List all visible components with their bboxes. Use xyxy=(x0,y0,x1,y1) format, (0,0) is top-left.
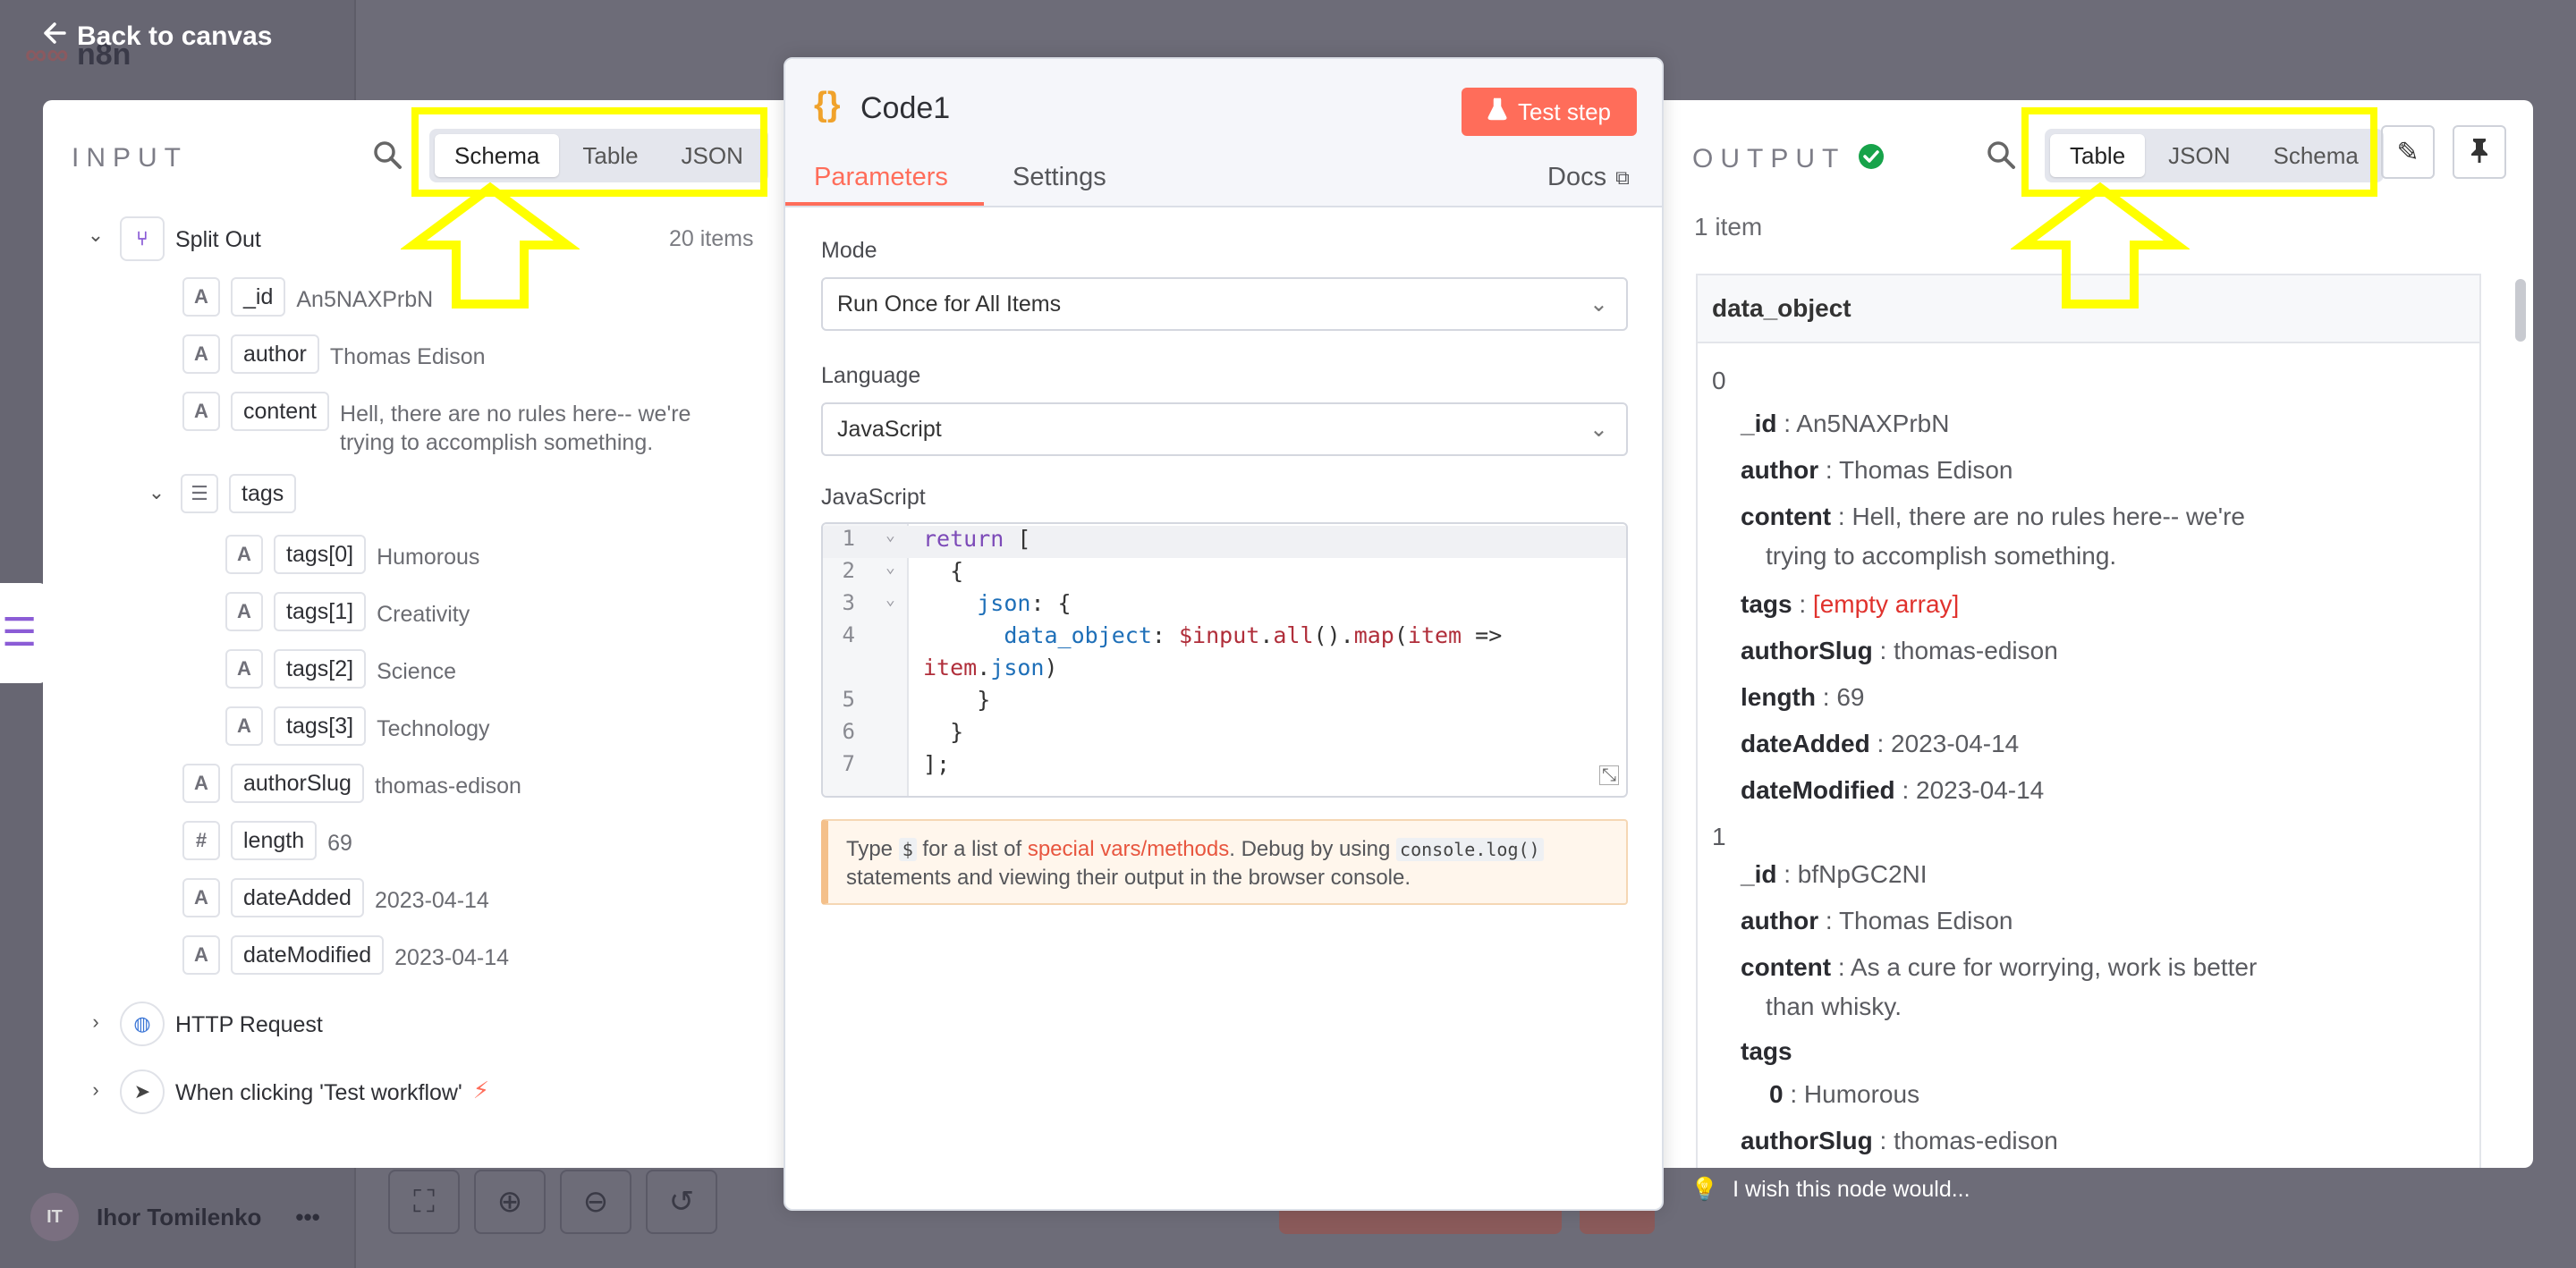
output-table: data_object 0 _id : An5NAXPrbN author : … xyxy=(1696,274,2481,1168)
user-name: Ihor Tomilenko xyxy=(97,1203,262,1230)
table-row: authorSlug : thomas-edison xyxy=(1741,1127,2058,1154)
schema-field[interactable]: A content Hell, there are no rules here-… xyxy=(182,392,691,457)
tab-settings[interactable]: Settings xyxy=(1013,163,1106,192)
globe-icon: ◍ xyxy=(120,1002,165,1046)
active-tab-indicator xyxy=(785,202,984,206)
code-braces-icon: {} xyxy=(814,86,841,123)
zoom-in-icon: ⊕ xyxy=(496,1185,523,1219)
undo-icon: ↺ xyxy=(668,1185,695,1219)
user-menu[interactable]: IT Ihor Tomilenko ••• xyxy=(30,1193,320,1241)
fit-icon: ⛶ xyxy=(413,1184,435,1219)
schema-field[interactable]: A tags[0] Humorous xyxy=(225,535,479,574)
pencil-icon: ✎ xyxy=(2396,137,2419,167)
table-row-index: 1 xyxy=(1712,823,1726,850)
external-link-icon: ⧉ xyxy=(1615,165,1630,189)
schema-field[interactable]: A dateModified 2023-04-14 xyxy=(182,935,509,975)
input-search-icon[interactable] xyxy=(372,139,402,174)
pin-icon xyxy=(2468,137,2491,168)
output-title: OUTPUT xyxy=(1692,143,1846,173)
mode-label: Mode xyxy=(821,238,877,263)
schema-field[interactable]: A dateAdded 2023-04-14 xyxy=(182,878,489,917)
table-row-index: 0 xyxy=(1712,367,1726,394)
chevron-down-icon: ⌄ xyxy=(1589,417,1608,442)
language-select[interactable]: JavaScript ⌄ xyxy=(821,402,1628,456)
output-search-icon[interactable] xyxy=(1986,139,2016,174)
chevron-down-icon: ⌄ xyxy=(1589,292,1608,317)
table-row: 0 : Humorous xyxy=(1769,1080,1920,1108)
chevron-down-icon[interactable]: ⌄ xyxy=(82,216,109,247)
input-title: INPUT xyxy=(72,143,188,173)
schema-field[interactable]: A author Thomas Edison xyxy=(182,334,486,374)
table-row-wrap: than whisky. xyxy=(1766,993,1902,1020)
schema-field-tags[interactable]: ⌄ ☰ tags xyxy=(143,474,297,513)
schema-field[interactable]: A tags[1] Creativity xyxy=(225,592,470,631)
table-row: content : Hell, there are no rules here-… xyxy=(1741,503,2245,530)
docs-link[interactable]: Docs ⧉ xyxy=(1547,163,1630,192)
arrow-up-icon xyxy=(2011,182,2190,309)
test-step-button[interactable]: Test step xyxy=(1462,88,1637,136)
list-icon: ☰ xyxy=(2,611,38,655)
reset-zoom-button[interactable]: ↺ xyxy=(646,1170,717,1234)
table-row: dateModified : 2023-04-14 xyxy=(1741,776,2045,804)
schema-field[interactable]: A tags[3] Technology xyxy=(225,706,490,746)
schema-field[interactable]: A tags[2] Science xyxy=(225,649,456,689)
schema-node-http-request[interactable]: › ◍ HTTP Request xyxy=(82,1002,323,1046)
output-title-group: OUTPUT xyxy=(1692,143,1885,174)
table-row: tags : [empty array] xyxy=(1741,590,1960,618)
code-editor[interactable]: 1 ⌄ return [ 2 ⌄ { 3 ⌄ json: { 4 data_object… xyxy=(821,522,1628,798)
output-item-count: 1 item xyxy=(1694,213,1763,241)
code-hint: Type $ for a list of special vars/method… xyxy=(821,819,1628,905)
table-row-wrap: trying to accomplish something. xyxy=(1766,542,2117,570)
arrow-left-icon xyxy=(43,21,66,52)
zoom-out-button[interactable]: ⊖ xyxy=(560,1170,631,1234)
table-row: authorSlug : thomas-edison xyxy=(1741,637,2058,664)
split-out-icon: ⑂ xyxy=(120,216,165,261)
table-row: length : 69 xyxy=(1741,683,1865,711)
code-label: JavaScript xyxy=(821,485,926,510)
pin-data-button[interactable] xyxy=(2453,125,2506,179)
language-label: Language xyxy=(821,363,921,388)
output-scrollbar[interactable] xyxy=(2515,279,2526,342)
expand-editor-icon[interactable]: ⤡ xyxy=(1599,765,1619,785)
chevron-down-icon[interactable]: ⌄ xyxy=(143,474,170,504)
node-header: {} Code1 Test step Parameters Settings D… xyxy=(785,59,1662,207)
list-type-icon: ☰ xyxy=(181,474,218,513)
table-row: author : Thomas Edison xyxy=(1741,456,2013,484)
more-icon[interactable]: ••• xyxy=(295,1204,319,1231)
schema-field[interactable]: # length 69 xyxy=(182,821,352,860)
tab-parameters[interactable]: Parameters xyxy=(814,163,948,192)
feedback-link[interactable]: 💡 I wish this node would... xyxy=(1690,1177,1970,1203)
chevron-right-icon[interactable]: › xyxy=(82,1069,109,1102)
mode-select[interactable]: Run Once for All Items ⌄ xyxy=(821,277,1628,331)
lightbulb-icon: 💡 xyxy=(1690,1177,1719,1202)
schema-node-split-out[interactable]: ⌄ ⑂ Split Out xyxy=(82,216,261,261)
lightning-icon: ⚡ xyxy=(472,1077,490,1103)
flask-icon xyxy=(1487,97,1507,127)
node-title[interactable]: Code1 xyxy=(860,91,950,126)
schema-node-manual-trigger[interactable]: › ➤ When clicking 'Test workflow' ⚡ xyxy=(82,1069,489,1114)
check-circle-icon xyxy=(1858,143,1885,174)
table-row: _id : An5NAXPrbN xyxy=(1741,410,1950,437)
table-row: author : Thomas Edison xyxy=(1741,907,2013,934)
schema-field[interactable]: A _id An5NAXPrbN xyxy=(182,277,433,317)
table-row: content : As a cure for worrying, work i… xyxy=(1741,953,2258,981)
input-item-count: 20 items xyxy=(669,226,754,251)
node-creator-tab[interactable]: ☰ xyxy=(0,583,47,683)
back-to-canvas-link[interactable]: Back to canvas xyxy=(43,21,272,52)
zoom-out-icon: ⊖ xyxy=(582,1185,609,1219)
node-settings-panel: {} Code1 Test step Parameters Settings D… xyxy=(784,57,1664,1211)
cursor-icon: ➤ xyxy=(120,1069,165,1114)
special-vars-link[interactable]: special vars/methods xyxy=(1028,837,1229,861)
chevron-right-icon[interactable]: › xyxy=(82,1002,109,1034)
avatar: IT xyxy=(30,1193,79,1241)
zoom-to-fit-button[interactable]: ⛶ xyxy=(388,1170,460,1234)
table-row: _id : bfNpGC2NI xyxy=(1741,860,1928,888)
table-row: dateAdded : 2023-04-14 xyxy=(1741,730,2020,757)
arrow-up-icon xyxy=(401,182,580,309)
edit-output-button[interactable]: ✎ xyxy=(2381,125,2435,179)
table-row: tags xyxy=(1741,1037,1792,1065)
schema-field[interactable]: A authorSlug thomas-edison xyxy=(182,764,521,803)
zoom-in-button[interactable]: ⊕ xyxy=(474,1170,546,1234)
